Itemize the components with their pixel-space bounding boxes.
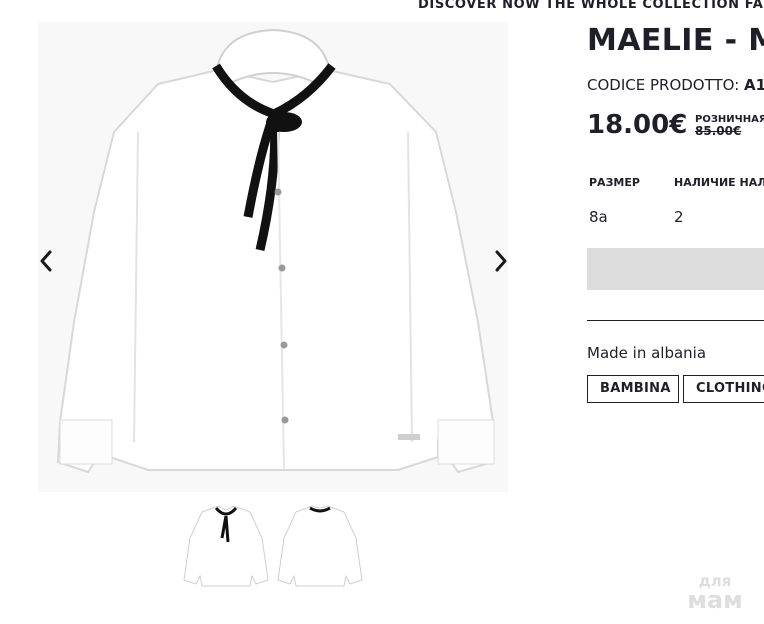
chevron-right-icon <box>495 250 507 272</box>
retail-price: 85.00€ <box>695 124 742 138</box>
product-image-main[interactable] <box>38 22 508 492</box>
size-column-header: РАЗМЕР <box>589 176 640 189</box>
chevron-left-icon <box>40 250 52 272</box>
size-value[interactable]: 8a <box>589 208 608 226</box>
availability-column-header: НАЛИЧИЕ НАЛ <box>674 176 764 189</box>
blouse-front-thumbnail <box>183 505 269 587</box>
divider <box>587 320 764 321</box>
add-to-cart-button[interactable] <box>587 248 764 290</box>
tag-bambina[interactable]: BAMBINA <box>587 375 679 403</box>
blouse-image <box>38 22 508 492</box>
product-code-value: A1 <box>744 76 764 94</box>
made-in-text: Made in albania <box>587 344 707 362</box>
product-code-label: CODICE PRODOTTO: <box>587 76 740 94</box>
next-image-button[interactable] <box>492 244 510 278</box>
watermark-logo: для мам <box>679 572 751 614</box>
prev-image-button[interactable] <box>37 244 55 278</box>
product-title: MAELIE - M <box>587 23 764 58</box>
thumbnail-back[interactable] <box>274 498 366 594</box>
tag-clothing[interactable]: CLOTHING <box>683 375 764 403</box>
thumbnail-front[interactable] <box>180 498 272 594</box>
dlya-mam-logo: для мам <box>687 572 742 614</box>
blouse-back-thumbnail <box>277 505 363 587</box>
availability-value: 2 <box>674 208 684 226</box>
promo-banner[interactable]: DISCOVER NOW THE WHOLE COLLECTION FALL/ <box>418 0 764 12</box>
sale-price: 18.00€ <box>587 110 688 140</box>
product-code: CODICE PRODOTTO: A1 <box>587 76 764 94</box>
svg-text:мам: мам <box>687 586 742 612</box>
